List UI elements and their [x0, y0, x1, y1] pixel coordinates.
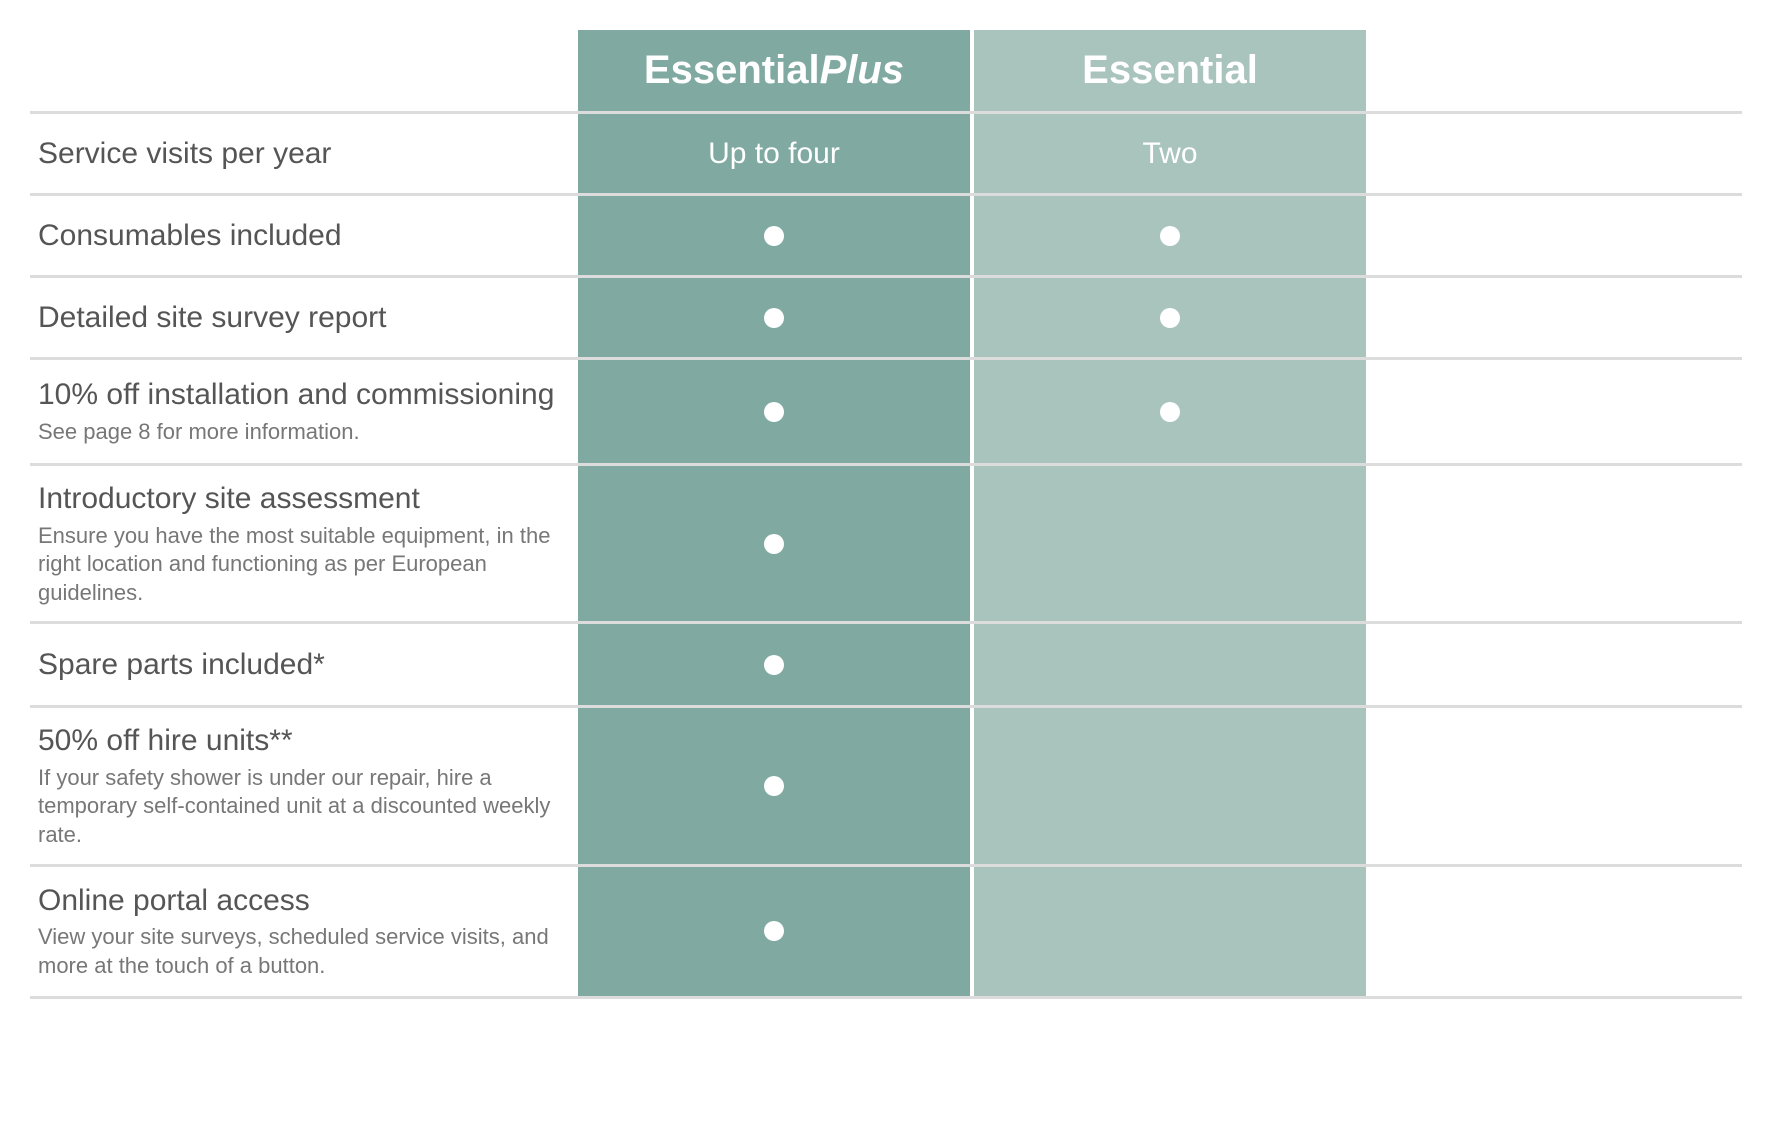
feature-plus-cell — [578, 624, 970, 705]
included-dot-icon — [1160, 402, 1180, 422]
included-dot-icon — [764, 921, 784, 941]
table-row: Service visits per year Up to four Two — [30, 114, 1742, 196]
table-row: Introductory site assessment Ensure you … — [30, 466, 1742, 624]
feature-label-cell: Introductory site assessment Ensure you … — [30, 466, 578, 621]
plan-header-essential-label: Essential — [1082, 48, 1258, 93]
table-row: 10% off installation and commissioning S… — [30, 360, 1742, 466]
feature-basic-value: Two — [1142, 137, 1197, 171]
feature-basic-cell — [974, 466, 1366, 621]
feature-basic-cell — [974, 867, 1366, 996]
feature-label-cell: Service visits per year — [30, 114, 578, 193]
header-empty-cell — [30, 30, 578, 111]
feature-title: Service visits per year — [38, 135, 570, 173]
plan-plus-suffix: Plus — [820, 48, 904, 92]
table-row: Consumables included — [30, 196, 1742, 278]
included-dot-icon — [764, 534, 784, 554]
comparison-table: EssentialPlus Essential Service visits p… — [30, 30, 1742, 999]
feature-subtitle: Ensure you have the most suitable equipm… — [38, 522, 558, 608]
feature-plus-value: Up to four — [708, 137, 840, 171]
feature-plus-cell — [578, 466, 970, 621]
feature-plus-cell: Up to four — [578, 114, 970, 193]
table-row: Online portal access View your site surv… — [30, 867, 1742, 999]
feature-title: Consumables included — [38, 217, 570, 255]
included-dot-icon — [764, 308, 784, 328]
feature-label-cell: 10% off installation and commissioning S… — [30, 360, 578, 463]
feature-basic-cell — [974, 278, 1366, 357]
feature-label-cell: Consumables included — [30, 196, 578, 275]
included-dot-icon — [764, 402, 784, 422]
included-dot-icon — [1160, 226, 1180, 246]
feature-subtitle: If your safety shower is under our repai… — [38, 764, 558, 850]
feature-label-cell: Spare parts included* — [30, 624, 578, 705]
included-dot-icon — [1160, 308, 1180, 328]
plan-header-essentialplus-label: EssentialPlus — [644, 48, 904, 93]
feature-label-cell: Detailed site survey report — [30, 278, 578, 357]
feature-plus-cell — [578, 867, 970, 996]
feature-plus-cell — [578, 196, 970, 275]
feature-title: Spare parts included* — [38, 646, 570, 684]
feature-basic-cell — [974, 360, 1366, 463]
plan-header-essential: Essential — [974, 30, 1366, 111]
feature-subtitle: View your site surveys, scheduled servic… — [38, 923, 558, 980]
feature-basic-cell: Two — [974, 114, 1366, 193]
included-dot-icon — [764, 776, 784, 796]
table-header-row: EssentialPlus Essential — [30, 30, 1742, 114]
feature-plus-cell — [578, 278, 970, 357]
included-dot-icon — [764, 655, 784, 675]
feature-plus-cell — [578, 360, 970, 463]
feature-label-cell: Online portal access View your site surv… — [30, 867, 578, 996]
feature-plus-cell — [578, 708, 970, 863]
feature-title: 10% off installation and commissioning — [38, 376, 570, 414]
feature-basic-cell — [974, 624, 1366, 705]
plan-plus-prefix: Essential — [644, 48, 820, 92]
feature-title: 50% off hire units** — [38, 722, 570, 760]
table-row: 50% off hire units** If your safety show… — [30, 708, 1742, 866]
feature-basic-cell — [974, 708, 1366, 863]
feature-label-cell: 50% off hire units** If your safety show… — [30, 708, 578, 863]
plan-header-essentialplus: EssentialPlus — [578, 30, 970, 111]
feature-basic-cell — [974, 196, 1366, 275]
table-row: Detailed site survey report — [30, 278, 1742, 360]
table-row: Spare parts included* — [30, 624, 1742, 708]
feature-title: Detailed site survey report — [38, 299, 570, 337]
feature-title: Online portal access — [38, 882, 570, 920]
included-dot-icon — [764, 226, 784, 246]
feature-title: Introductory site assessment — [38, 480, 570, 518]
feature-subtitle: See page 8 for more information. — [38, 418, 558, 447]
